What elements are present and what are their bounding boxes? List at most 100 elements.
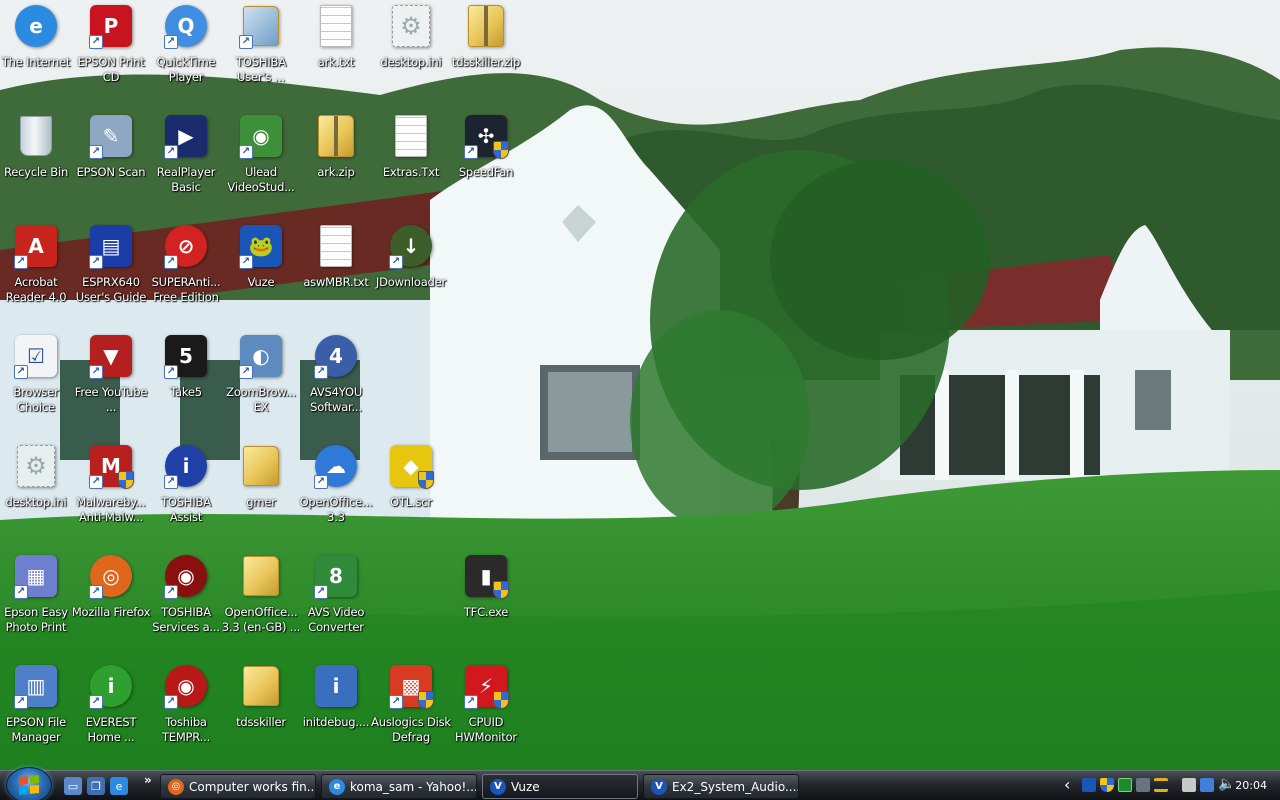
desktop-icon[interactable]: i ↗ TOSHIBA Assist: [148, 440, 224, 544]
desktop-icon-label: TOSHIBA Assist: [161, 495, 211, 524]
desktop-icon-label: EVEREST Home ...: [85, 715, 137, 744]
vuze-icon: V: [651, 778, 667, 795]
desktop-icon-label: ark.txt: [317, 55, 355, 69]
shortcut-arrow-icon: ↗: [89, 365, 103, 379]
desktop-icon-label: Acrobat Reader 4.0: [5, 275, 67, 304]
desktop-icon-label: EPSON Print CD: [77, 55, 145, 84]
desktop-icon[interactable]: ◆ OTL.scr: [373, 440, 449, 544]
desktop-icon[interactable]: ▩ ↗ Auslogics Disk Defrag: [371, 660, 451, 764]
avs-video-converter-icon: 8 ↗: [312, 552, 360, 600]
tray-expand-button[interactable]: ‹: [1064, 775, 1070, 794]
show-desktop-icon[interactable]: ▭: [64, 777, 82, 795]
desktop-icon[interactable]: M ↗ Malwareby... Anti-Malw...: [73, 440, 149, 544]
taskbar-button[interactable]: V Ex2_System_Audio....: [643, 774, 799, 799]
security-shield-icon[interactable]: [1100, 778, 1114, 792]
malwarebytes-icon: M ↗: [87, 442, 135, 490]
uac-shield-icon: [418, 691, 434, 709]
desktop-icon[interactable]: ▼ ↗ Free YouTube ...: [73, 330, 149, 434]
desktop-icon[interactable]: ↗ TOSHIBA User's ...: [223, 0, 299, 104]
desktop-icon[interactable]: ark.zip: [298, 110, 374, 214]
desktop-icon[interactable]: ◉ ↗ Toshiba TEMPR...: [148, 660, 224, 764]
network-tray-icon[interactable]: [1200, 778, 1214, 792]
desktop-icon[interactable]: Q ↗ QuickTime Player: [148, 0, 224, 104]
quick-launch-more-button[interactable]: »: [144, 773, 152, 787]
desktop-icon-label: AVS Video Converter: [307, 605, 365, 634]
desktop-icon[interactable]: ✎ ↗ EPSON Scan: [73, 110, 149, 214]
desktop-icon-label: QuickTime Player: [156, 55, 216, 84]
desktop-icon[interactable]: ▮ TFC.exe: [448, 550, 524, 654]
desktop-icon[interactable]: ⊘ ↗ SUPERAnti... Free Edition: [148, 220, 224, 324]
system-clock[interactable]: 20:04: [1235, 779, 1267, 792]
icon-glyph: [243, 556, 279, 596]
recycle-bin-icon: [12, 112, 60, 160]
desktop-icon-label: tdsskiller.zip: [451, 55, 521, 69]
desktop-icon[interactable]: ◐ ↗ ZoomBrow... EX: [223, 330, 299, 434]
epson-guide-icon: ▤ ↗: [87, 222, 135, 270]
shortcut-arrow-icon: ↗: [14, 255, 28, 269]
desktop-icon[interactable]: gmer: [223, 440, 299, 544]
shortcut-arrow-icon: ↗: [164, 35, 178, 49]
desktop-icon[interactable]: tdsskiller: [223, 660, 299, 764]
desktop-icon-label: ESPRX640 User's Guide: [75, 275, 147, 304]
desktop-icon[interactable]: e The Internet: [0, 0, 74, 104]
shortcut-arrow-icon: ↗: [464, 145, 478, 159]
taskbar-button[interactable]: e koma_sam - Yahoo!...: [321, 774, 477, 799]
power-tray-icon[interactable]: [1182, 778, 1196, 792]
desktop[interactable]: e The Internet P ↗ EPSON Print CD Q ↗ QuickTime…: [0, 0, 1280, 770]
monitor-tray-icon[interactable]: [1118, 778, 1132, 792]
desktop-icon[interactable]: tdsskiller.zip: [448, 0, 524, 104]
desktop-icon[interactable]: 8 ↗ AVS Video Converter: [298, 550, 374, 654]
desktop-icon-label: tdsskiller: [236, 715, 286, 729]
desktop-icon[interactable]: ✣ ↗ SpeedFan: [448, 110, 524, 214]
vuze-tray-icon[interactable]: [1082, 778, 1096, 792]
volume-icon[interactable]: 🔈: [1218, 776, 1235, 792]
wireless-tray-icon[interactable]: [1154, 778, 1168, 792]
desktop-icon-label: Browser Choice: [13, 385, 59, 414]
desktop-icon[interactable]: ▶ ↗ RealPlayer Basic: [148, 110, 224, 214]
shortcut-arrow-icon: ↗: [89, 255, 103, 269]
vuze-icon: V: [490, 778, 506, 795]
desktop-icon[interactable]: 🐸 ↗ Vuze: [223, 220, 299, 324]
desktop-icon[interactable]: ↓ ↗ JDownloader: [373, 220, 449, 324]
desktop-icon[interactable]: 5 ↗ Take5: [148, 330, 224, 434]
desktop-icon[interactable]: ☁ ↗ OpenOffice... 3.3: [298, 440, 374, 544]
internet-explorer-icon[interactable]: e: [110, 777, 128, 795]
desktop-icon[interactable]: A ↗ Acrobat Reader 4.0: [0, 220, 74, 324]
shortcut-arrow-icon: ↗: [89, 585, 103, 599]
text-document-icon: [387, 112, 435, 160]
desktop-icon[interactable]: ◉ ↗ Ulead VideoStud...: [223, 110, 299, 214]
desktop-icon[interactable]: ☑ ↗ Browser Choice: [0, 330, 74, 434]
desktop-icon[interactable]: Extras.Txt: [373, 110, 449, 214]
desktop-icon[interactable]: P ↗ EPSON Print CD: [73, 0, 149, 104]
windows-logo-icon: [19, 774, 39, 796]
desktop-icon-label: CPUID HWMonitor: [455, 715, 517, 744]
desktop-icon[interactable]: Recycle Bin: [0, 110, 74, 214]
desktop-icon[interactable]: ▤ ↗ ESPRX640 User's Guide: [73, 220, 149, 324]
desktop-icon[interactable]: ▦ ↗ Epson Easy Photo Print: [0, 550, 74, 654]
desktop-icon-label: TOSHIBA Services a...: [152, 605, 220, 634]
uac-shield-icon: [493, 581, 509, 599]
desktop-icon[interactable]: aswMBR.txt: [298, 220, 374, 324]
firefox-icon: ◎ ↗: [87, 552, 135, 600]
desktop-icon[interactable]: ⚙ desktop.ini: [373, 0, 449, 104]
desktop-icon-label: The Internet: [1, 55, 71, 69]
desktop-icon[interactable]: 4 ↗ AVS4YOU Softwar...: [298, 330, 374, 434]
desktop-icon[interactable]: i initdebug....: [298, 660, 374, 764]
display-tray-icon[interactable]: [1136, 778, 1150, 792]
desktop-icon[interactable]: i ↗ EVEREST Home ...: [73, 660, 149, 764]
taskbar-button[interactable]: ◎ Computer works fin...: [160, 774, 316, 799]
desktop-icon[interactable]: OpenOffice... 3.3 (en-GB) ...: [222, 550, 300, 654]
desktop-icon[interactable]: ⚙ desktop.ini: [0, 440, 74, 544]
desktop-icon[interactable]: ◉ ↗ TOSHIBA Services a...: [148, 550, 224, 654]
desktop-icon[interactable]: ▥ ↗ EPSON File Manager: [0, 660, 74, 764]
taskbar-button[interactable]: V Vuze: [482, 774, 638, 799]
desktop-icon[interactable]: ⚡ ↗ CPUID HWMonitor: [448, 660, 524, 764]
desktop-icon-label: Malwareby... Anti-Malw...: [76, 495, 146, 524]
shortcut-arrow-icon: ↗: [89, 695, 103, 709]
folder-icon: [237, 662, 285, 710]
desktop-icon[interactable]: ◎ ↗ Mozilla Firefox: [72, 550, 150, 654]
switch-windows-icon[interactable]: ❐: [87, 777, 105, 795]
vuze-icon: 🐸 ↗: [237, 222, 285, 270]
start-button[interactable]: [6, 767, 52, 800]
desktop-icon[interactable]: ark.txt: [298, 0, 374, 104]
